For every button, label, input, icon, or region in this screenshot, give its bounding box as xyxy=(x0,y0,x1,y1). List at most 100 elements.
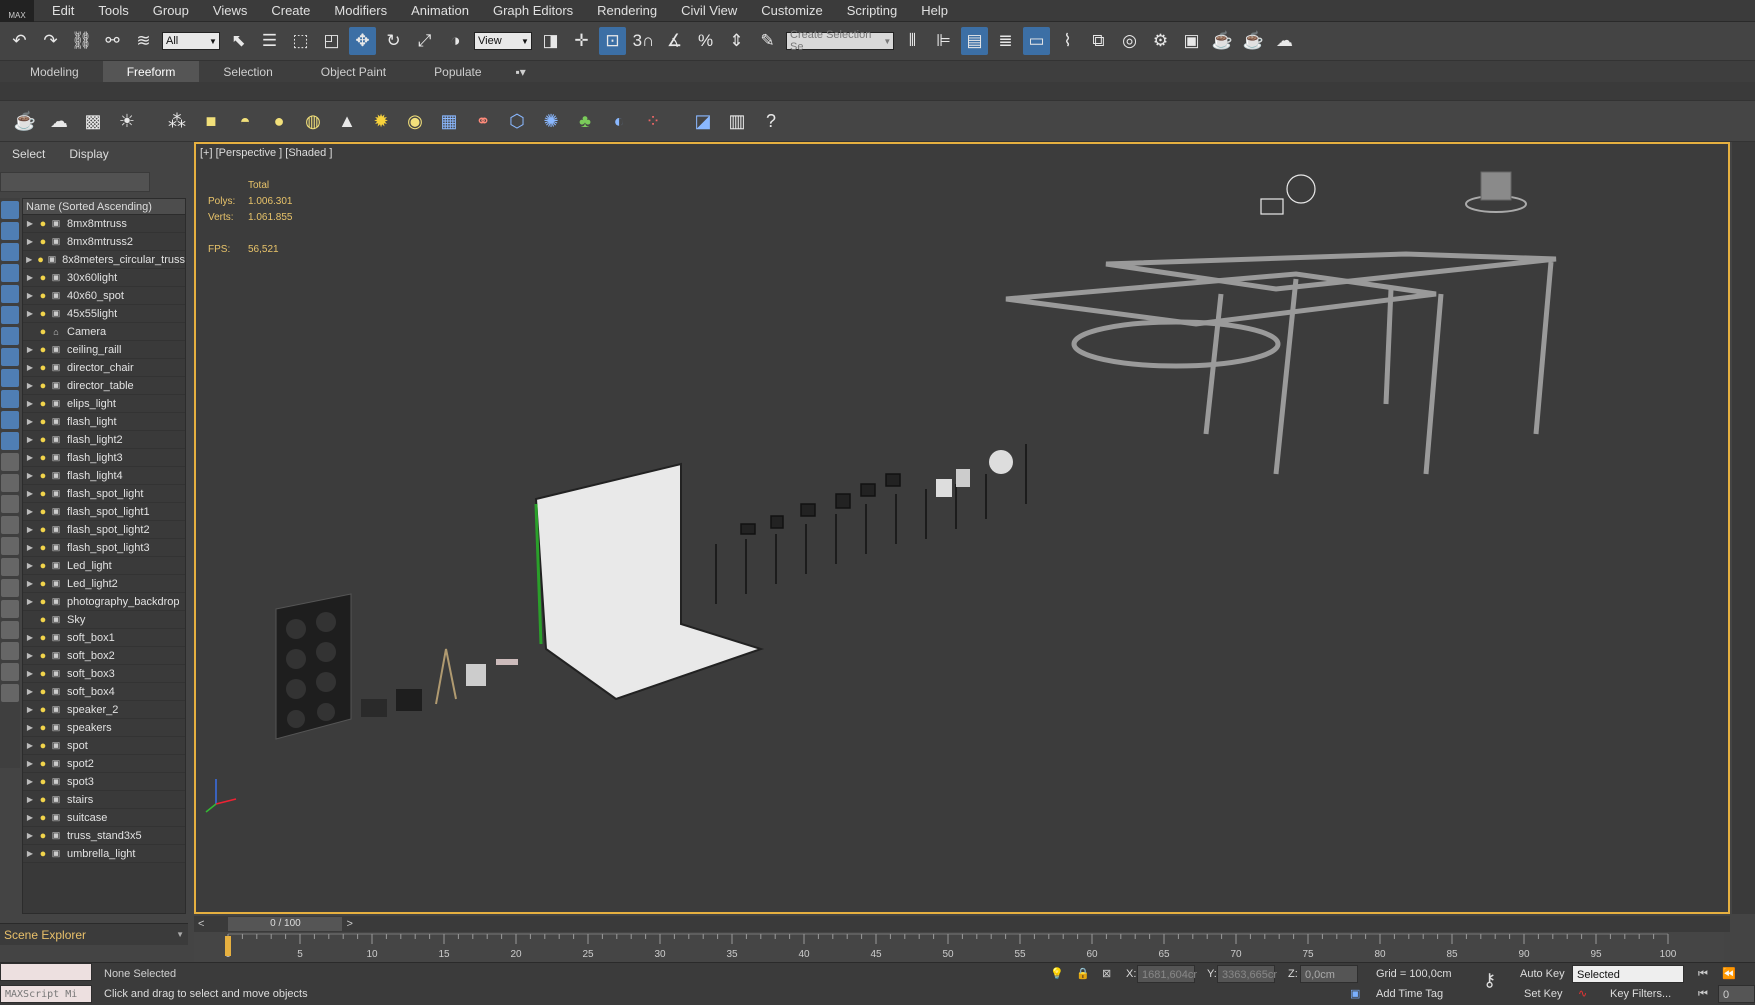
filter-toggle-icon[interactable] xyxy=(1,306,19,324)
list-item[interactable]: ▶ ● ▣ flash_light4 xyxy=(23,467,185,485)
menu-item-edit[interactable]: Edit xyxy=(40,0,86,22)
unlink-icon[interactable]: ⚯ xyxy=(99,27,126,55)
light-bulb-icon[interactable]: ● xyxy=(37,344,49,356)
render-region-icon[interactable]: ◪ xyxy=(688,107,718,135)
light-bulb-icon[interactable]: ● xyxy=(35,254,46,266)
perspective-viewport[interactable]: [+] [Perspective ] [Shaded ] Total Polys… xyxy=(194,142,1730,914)
light-bulb-icon[interactable]: ● xyxy=(37,488,49,500)
light-bulb-icon[interactable]: ● xyxy=(37,848,49,860)
hemisphere-icon[interactable]: ◓ xyxy=(230,107,260,135)
expand-icon[interactable]: ▶ xyxy=(23,777,37,786)
lock-icon[interactable]: 🔒 xyxy=(1076,965,1090,983)
filter-toggle-icon[interactable] xyxy=(1,474,19,492)
expand-icon[interactable]: ▶ xyxy=(23,651,37,660)
timeline-track[interactable]: 0510152025303540455055606570758085909510… xyxy=(194,932,1724,962)
go-to-start-icon[interactable]: ⏮ xyxy=(1698,985,1708,1003)
light-bulb-icon[interactable]: ● xyxy=(37,740,49,752)
filter-toggle-icon[interactable] xyxy=(1,663,19,681)
light-bulb-icon[interactable]: ● xyxy=(37,560,49,572)
light-bulb-icon[interactable]: ● xyxy=(37,704,49,716)
material-editor-icon[interactable]: ◎ xyxy=(1116,27,1143,55)
set-key-button[interactable]: Set Key xyxy=(1524,985,1563,1003)
list-item[interactable]: ▶ ● ▣ flash_light2 xyxy=(23,431,185,449)
placement-icon[interactable]: ◑ xyxy=(442,27,469,55)
command-panel-collapsed[interactable] xyxy=(1732,142,1755,914)
list-item[interactable]: ● ▣ Sky xyxy=(23,611,185,629)
grid-helper-icon[interactable]: ▦ xyxy=(434,107,464,135)
auto-key-button[interactable]: Auto Key xyxy=(1520,965,1565,983)
expand-icon[interactable]: ▶ xyxy=(23,579,37,588)
list-item[interactable]: ▶ ● ▣ elips_light xyxy=(23,395,185,413)
light-bulb-icon[interactable]: ● xyxy=(37,236,49,248)
maxscript-listener[interactable]: MAXScript Mi xyxy=(0,985,92,1003)
go-to-start-icon[interactable]: ⏮ xyxy=(1698,965,1708,983)
previous-frame-icon[interactable]: ⏪ xyxy=(1722,965,1736,983)
rotate-icon[interactable]: ↻ xyxy=(380,27,407,55)
filter-toggle-icon[interactable] xyxy=(1,201,19,219)
time-slider[interactable]: 0 / 100 xyxy=(228,917,343,931)
time-slider-next-button[interactable]: > xyxy=(342,918,356,930)
align-icon[interactable]: ⊫ xyxy=(930,27,957,55)
light-bulb-icon[interactable]: ● xyxy=(37,524,49,536)
list-item[interactable]: ▶ ● ▣ soft_box4 xyxy=(23,683,185,701)
list-item[interactable]: ▶ ● ▣ 40x60_spot xyxy=(23,287,185,305)
list-item[interactable]: ▶ ● ▣ flash_spot_light1 xyxy=(23,503,185,521)
light-bulb-icon[interactable]: ● xyxy=(37,776,49,788)
filter-toggle-icon[interactable] xyxy=(1,222,19,240)
expand-icon[interactable]: ▶ xyxy=(23,309,37,318)
menu-item-graph-editors[interactable]: Graph Editors xyxy=(481,0,585,22)
light-bulb-icon[interactable]: ● xyxy=(37,398,49,410)
schematic-view-icon[interactable]: ⧉ xyxy=(1085,27,1112,55)
mesh-icon[interactable]: ⬡ xyxy=(502,107,532,135)
box-icon[interactable]: ■ xyxy=(196,107,226,135)
edit-named-selection-icon[interactable]: ✎ xyxy=(754,27,781,55)
light-bulb-icon[interactable]: ● xyxy=(37,326,49,338)
layer-explorer-icon[interactable]: ≣ xyxy=(992,27,1019,55)
light-bulb-icon[interactable]: ● xyxy=(37,308,49,320)
expand-icon[interactable]: ▶ xyxy=(23,831,37,840)
render-setup-icon[interactable]: ⚙ xyxy=(1147,27,1174,55)
expand-icon[interactable]: ▶ xyxy=(23,471,37,480)
filter-toggle-icon[interactable] xyxy=(1,411,19,429)
absolute-mode-icon[interactable]: ⊠ xyxy=(1102,965,1111,983)
list-item[interactable]: ▶ ● ▣ flash_spot_light xyxy=(23,485,185,503)
viewport-label[interactable]: [+] [Perspective ] [Shaded ] xyxy=(200,147,332,159)
list-item[interactable]: ▶ ● ▣ 8mx8mtruss xyxy=(23,215,185,233)
light-bulb-icon[interactable]: ● xyxy=(37,470,49,482)
expand-icon[interactable]: ▶ xyxy=(23,813,37,822)
key-tangent-icon[interactable]: ∿ xyxy=(1578,985,1587,1003)
undo-icon[interactable]: ↶ xyxy=(6,27,33,55)
filter-toggle-icon[interactable] xyxy=(1,369,19,387)
filter-toggle-icon[interactable] xyxy=(1,285,19,303)
list-item[interactable]: ▶ ● ▣ director_table xyxy=(23,377,185,395)
expand-icon[interactable]: ▶ xyxy=(23,669,37,678)
expand-icon[interactable]: ▶ xyxy=(23,489,37,498)
list-item[interactable]: ▶ ● ▣ flash_spot_light3 xyxy=(23,539,185,557)
pivot-center-icon[interactable]: ◨ xyxy=(537,27,564,55)
filter-toggle-icon[interactable] xyxy=(1,453,19,471)
filter-toggle-icon[interactable] xyxy=(1,516,19,534)
geosphere-icon[interactable]: ◍ xyxy=(298,107,328,135)
menu-item-customize[interactable]: Customize xyxy=(749,0,834,22)
filter-toggle-icon[interactable] xyxy=(1,621,19,639)
expand-icon[interactable]: ▶ xyxy=(23,219,37,228)
expand-icon[interactable]: ▶ xyxy=(23,741,37,750)
light-bulb-icon[interactable]: ● xyxy=(37,452,49,464)
expand-icon[interactable]: ▶ xyxy=(23,291,37,300)
ribbon-options-icon[interactable]: ▪▾ xyxy=(506,61,536,83)
ribbon-tab-selection[interactable]: Selection xyxy=(199,61,296,83)
select-manipulate-icon[interactable]: ✛ xyxy=(568,27,595,55)
filter-toggle-icon[interactable] xyxy=(1,558,19,576)
light-bulb-icon[interactable]: ● xyxy=(37,794,49,806)
expand-icon[interactable]: ▶ xyxy=(23,363,37,372)
menu-item-modifiers[interactable]: Modifiers xyxy=(322,0,399,22)
filter-toggle-icon[interactable] xyxy=(1,264,19,282)
list-item[interactable]: ▶ ● ▣ ceiling_raill xyxy=(23,341,185,359)
list-item[interactable]: ▶ ● ▣ suitcase xyxy=(23,809,185,827)
keyboard-shortcut-override-icon[interactable]: ⊡ xyxy=(599,27,626,55)
light-bulb-icon[interactable]: ● xyxy=(37,722,49,734)
expand-icon[interactable]: ▶ xyxy=(23,435,37,444)
select-object-icon[interactable]: ⬉ xyxy=(225,27,252,55)
filter-toggle-icon[interactable] xyxy=(1,684,19,702)
time-slider-prev-button[interactable]: < xyxy=(194,918,208,930)
